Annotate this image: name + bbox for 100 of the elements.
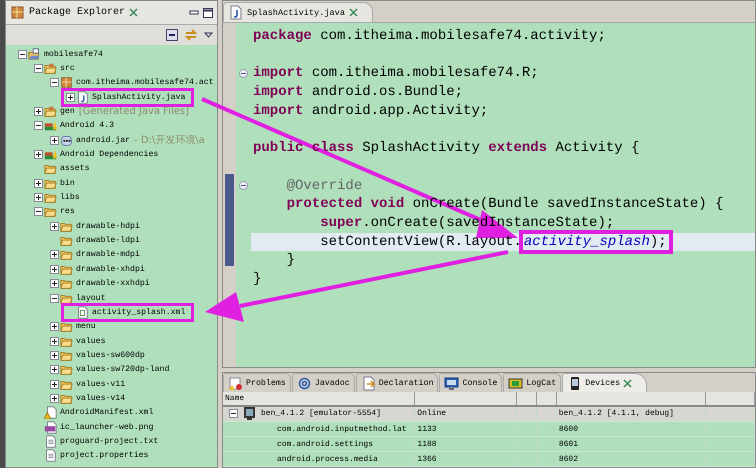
folder-icon: [60, 363, 73, 376]
logcat-icon: [508, 376, 524, 391]
tree-item[interactable]: Android Dependencies: [58, 150, 158, 160]
expand-toggle-icon[interactable]: [50, 279, 59, 288]
tree-item[interactable]: values-sw600dp: [74, 350, 145, 360]
tree-item-decoration: [Generated Java Files]: [78, 106, 190, 118]
package-icon: [60, 76, 73, 90]
java-file-icon: [228, 5, 243, 20]
tree-item[interactable]: drawable-xhdpi: [74, 264, 145, 274]
fold-toggle-icon[interactable]: [239, 181, 248, 190]
collapse-toggle-icon[interactable]: [34, 64, 43, 74]
collapse-toggle-icon[interactable]: [229, 409, 238, 418]
tree-item[interactable]: proguard-project.txt: [58, 436, 158, 446]
process-name[interactable]: com.android.settings: [277, 440, 374, 449]
collapse-toggle-icon[interactable]: [18, 50, 27, 59]
expand-toggle-icon[interactable]: [66, 92, 75, 102]
tree-item[interactable]: values-v11: [74, 380, 126, 389]
text-file-icon: [44, 434, 57, 448]
process-id: 1133: [417, 424, 437, 434]
tree-item[interactable]: bin: [58, 178, 75, 188]
tree-item[interactable]: activity_splash.xml: [90, 308, 186, 317]
java-file-icon: [76, 90, 89, 104]
debug-port: 8601: [558, 440, 578, 449]
source-folder-icon: [44, 105, 57, 118]
expand-toggle-icon[interactable]: [50, 394, 59, 403]
tree-item[interactable]: res: [58, 207, 75, 216]
tree-item[interactable]: drawable-hdpi: [74, 222, 140, 231]
tree-item[interactable]: mobilesafe74: [42, 50, 103, 59]
folder-icon: [60, 234, 73, 248]
device-serial: ben_4.1.2 [4.1.1, debug]: [558, 409, 674, 418]
tree-item[interactable]: Android 4.3: [58, 121, 114, 130]
folder-icon: [44, 205, 57, 218]
expand-toggle-icon[interactable]: [50, 136, 59, 145]
folder-icon: [60, 248, 73, 262]
expand-toggle-icon[interactable]: [50, 222, 59, 231]
code-text: activity_splash);: [524, 234, 667, 250]
tree-item[interactable]: project.properties: [58, 451, 148, 460]
tree-item[interactable]: libs: [58, 193, 80, 202]
device-name[interactable]: ben_4.1.2 [emulator-5554]: [261, 409, 382, 418]
collapse-toggle-icon[interactable]: [50, 294, 59, 303]
tree-item[interactable]: values: [74, 336, 106, 346]
view-tab[interactable]: Javadoc: [292, 373, 355, 392]
expand-toggle-icon[interactable]: [50, 380, 59, 389]
text-file-icon: [44, 449, 57, 462]
tree-item[interactable]: menu: [74, 322, 96, 332]
view-tab[interactable]: Declaration: [356, 373, 438, 392]
tree-item-decoration: - D:\开发环境\a: [133, 134, 205, 148]
fold-toggle-icon[interactable]: [239, 69, 248, 78]
collapse-toggle-icon[interactable]: [34, 207, 43, 216]
debug-port: 8600: [558, 424, 578, 434]
expand-toggle-icon[interactable]: [34, 193, 43, 202]
tree-item[interactable]: com.itheima.mobilesafe74.act: [74, 78, 214, 88]
library-icon: [44, 148, 57, 162]
tree-item[interactable]: drawable-ldpi: [74, 236, 140, 246]
close-icon[interactable]: [623, 378, 632, 388]
package-explorer-icon: [10, 5, 25, 20]
maximize-icon[interactable]: [203, 8, 213, 18]
minimize-icon[interactable]: [189, 8, 199, 16]
tree-item[interactable]: values-v14: [74, 394, 126, 403]
tree-item[interactable]: android.jar: [74, 136, 130, 145]
device-icon: [242, 406, 257, 422]
tree-item[interactable]: SplashActivity.java: [90, 92, 186, 102]
code-line: @Override: [286, 178, 362, 194]
tree-item[interactable]: assets: [58, 164, 90, 174]
tree-item[interactable]: drawable-mdpi: [74, 250, 140, 260]
editor-tab[interactable]: SplashActivity.java: [223, 2, 373, 22]
expand-toggle-icon[interactable]: [50, 264, 59, 274]
tree-item[interactable]: drawable-xxhdpi: [74, 279, 150, 288]
expand-toggle-icon[interactable]: [50, 350, 59, 360]
expand-toggle-icon[interactable]: [50, 336, 59, 346]
collapse-toggle-icon[interactable]: [50, 78, 59, 88]
device-status: Online: [417, 409, 446, 418]
expand-toggle-icon[interactable]: [50, 365, 59, 374]
collapse-all-icon[interactable]: [166, 29, 178, 41]
tree-item[interactable]: ic_launcher-web.png: [58, 422, 154, 432]
xml-file-icon: [76, 306, 89, 319]
close-icon[interactable]: [349, 8, 358, 17]
view-tab[interactable]: Console: [439, 373, 502, 392]
tree-item[interactable]: gen: [58, 107, 75, 116]
expand-toggle-icon[interactable]: [34, 150, 43, 160]
expand-toggle-icon[interactable]: [34, 178, 43, 188]
collapse-toggle-icon[interactable]: [34, 121, 43, 130]
tree-item[interactable]: layout: [74, 294, 106, 303]
process-name[interactable]: com.android.inputmethod.lat: [277, 424, 407, 434]
expand-toggle-icon[interactable]: [50, 322, 59, 332]
declaration-icon: [360, 376, 376, 391]
view-tab[interactable]: Devices: [562, 373, 648, 392]
tree-item[interactable]: src: [58, 64, 75, 74]
column-header[interactable]: Name: [225, 394, 244, 403]
expand-toggle-icon[interactable]: [50, 250, 59, 260]
tree-item[interactable]: values-sw720dp-land: [74, 365, 170, 374]
view-tab[interactable]: LogCat: [503, 373, 562, 392]
folder-icon: [44, 162, 57, 176]
process-name[interactable]: android.process.media: [277, 454, 378, 464]
view-tab[interactable]: Problems: [223, 373, 291, 392]
expand-toggle-icon[interactable]: [34, 107, 43, 116]
view-menu-icon[interactable]: [204, 32, 213, 38]
close-icon[interactable]: [129, 8, 138, 17]
tree-item[interactable]: AndroidManifest.xml: [58, 408, 154, 418]
folder-icon: [44, 191, 57, 204]
